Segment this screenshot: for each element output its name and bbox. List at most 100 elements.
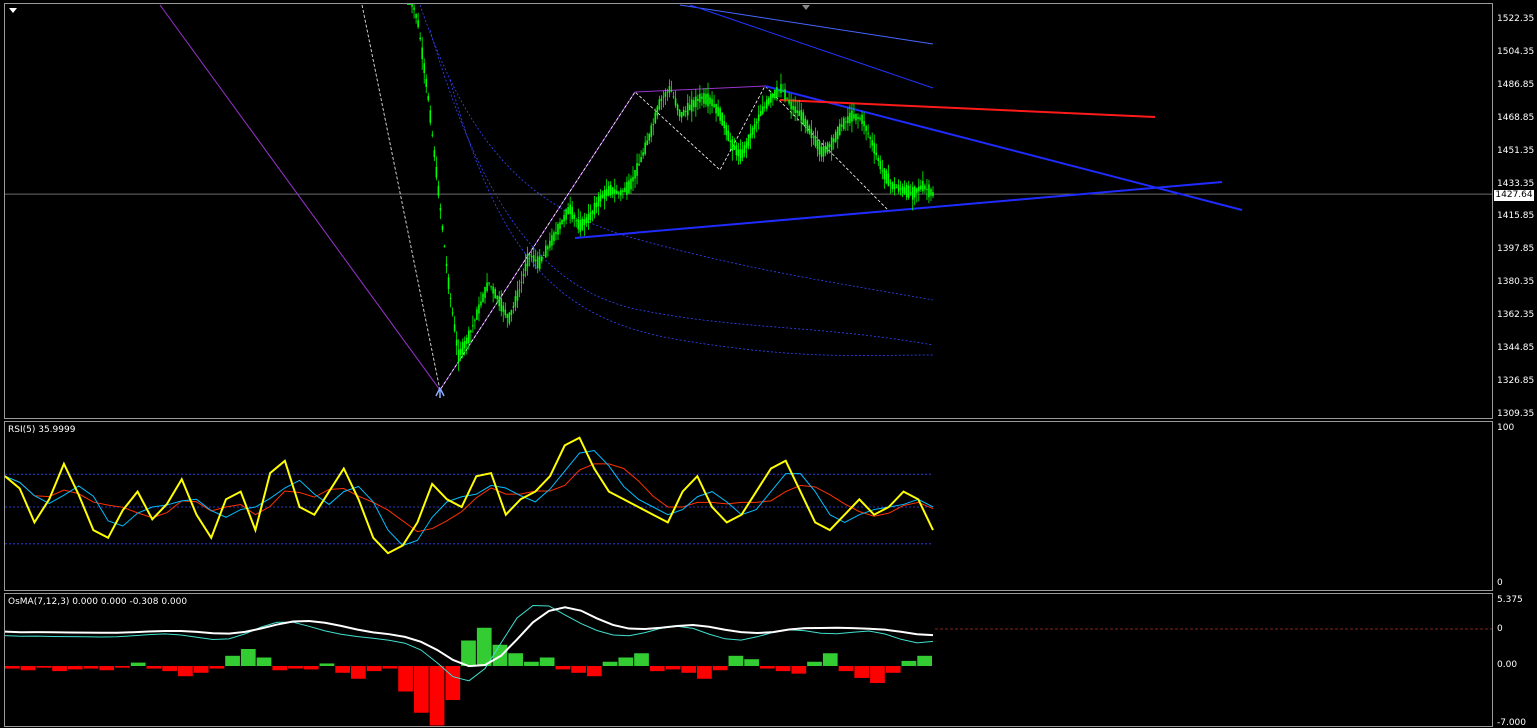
candle-body xyxy=(889,182,892,184)
candle-body xyxy=(816,139,819,150)
candle-body xyxy=(828,144,831,148)
candle-body xyxy=(719,108,721,121)
candle-body xyxy=(455,339,458,346)
candle-body xyxy=(411,4,413,7)
candle-body xyxy=(407,4,409,5)
candle-body xyxy=(796,110,798,113)
rsi-tick-0: 0 xyxy=(1497,578,1503,588)
candle-body xyxy=(591,211,594,214)
candle-body xyxy=(695,96,697,108)
osma-bar xyxy=(445,666,461,700)
candle-body xyxy=(786,97,788,99)
candle-body xyxy=(883,168,886,180)
candle-body xyxy=(630,178,632,190)
candle-body xyxy=(707,93,709,107)
candle-body xyxy=(745,141,748,148)
candle-body xyxy=(494,289,496,299)
candle-body xyxy=(409,4,411,5)
osma-bar xyxy=(178,666,193,677)
candle-body xyxy=(863,120,865,127)
candle-body xyxy=(922,180,924,192)
osma-bar xyxy=(115,666,130,668)
osma-bar xyxy=(555,666,571,670)
candle-body xyxy=(536,256,539,269)
band-mid xyxy=(429,29,934,346)
candle-body xyxy=(498,296,501,307)
candle-body xyxy=(832,138,835,143)
candle-body xyxy=(865,125,867,131)
candle-body xyxy=(567,207,569,215)
osma-bar xyxy=(5,666,20,669)
candle-body xyxy=(583,219,586,226)
candle-body xyxy=(741,149,744,158)
osma-bar xyxy=(602,661,618,666)
candle-body xyxy=(468,330,470,344)
candle-body xyxy=(664,92,667,97)
price-tick-label: 1522.35 xyxy=(1497,14,1535,24)
candle-body xyxy=(822,146,825,157)
price-tick-label: 1415.85 xyxy=(1497,211,1535,222)
chevron-down-icon[interactable] xyxy=(9,8,17,13)
price-tick-label: 1468.85 xyxy=(1497,112,1535,123)
zigzag-line xyxy=(159,4,766,391)
candle-body xyxy=(615,190,618,194)
osma-bar xyxy=(272,666,288,671)
candle-body xyxy=(634,169,636,179)
candle-body xyxy=(502,305,505,312)
candle-body xyxy=(474,319,476,321)
candle-body xyxy=(755,121,758,124)
candle-body xyxy=(435,166,438,178)
candle-body xyxy=(652,124,655,126)
candle-body xyxy=(551,235,553,246)
osma-tick-top: 5.375 xyxy=(1497,595,1523,605)
candle-body xyxy=(534,259,537,262)
osma-bar xyxy=(52,666,67,672)
zigzag-dashed xyxy=(361,4,889,392)
candle-body xyxy=(496,295,498,300)
candle-body xyxy=(459,348,462,356)
candle-body xyxy=(421,47,423,60)
candle-body xyxy=(903,187,906,194)
candle-body xyxy=(506,314,509,318)
candle-body xyxy=(585,217,588,224)
candle-body xyxy=(628,180,630,194)
candle-body xyxy=(626,181,628,195)
osma-bar xyxy=(461,640,476,666)
up-arrow-icon xyxy=(435,387,445,398)
osma-bar xyxy=(649,666,665,672)
candle-body xyxy=(782,90,784,92)
channel-line-upper xyxy=(679,4,934,45)
candle-body xyxy=(859,117,861,120)
osma-bar xyxy=(807,661,822,666)
candle-body xyxy=(553,232,555,241)
candle-body xyxy=(924,185,926,190)
candle-body xyxy=(834,131,837,142)
osma-bar xyxy=(586,666,602,677)
osma-bar xyxy=(36,666,52,668)
candle-body xyxy=(504,309,507,316)
osma-bar xyxy=(634,653,649,666)
osma-bar xyxy=(382,666,398,669)
candle-body xyxy=(563,215,565,222)
candle-body xyxy=(530,255,533,258)
candle-body xyxy=(620,190,622,196)
candle-body xyxy=(547,246,549,250)
osma-bar xyxy=(288,666,303,669)
candle-body xyxy=(853,114,855,119)
osma-bar xyxy=(524,661,539,666)
osma-bar xyxy=(20,666,36,671)
candle-body xyxy=(453,324,456,332)
candle-body xyxy=(543,254,545,256)
candle-body xyxy=(595,202,598,208)
candle-body xyxy=(431,134,434,136)
osma-bar xyxy=(67,666,83,670)
candle-body xyxy=(723,121,726,129)
candle-body xyxy=(721,112,723,126)
candle-body xyxy=(688,104,691,110)
candle-body xyxy=(465,337,468,344)
candle-body xyxy=(500,298,503,312)
candle-body xyxy=(603,189,606,200)
candle-body xyxy=(636,163,638,176)
candle-body xyxy=(415,14,417,19)
candle-body xyxy=(909,192,912,194)
